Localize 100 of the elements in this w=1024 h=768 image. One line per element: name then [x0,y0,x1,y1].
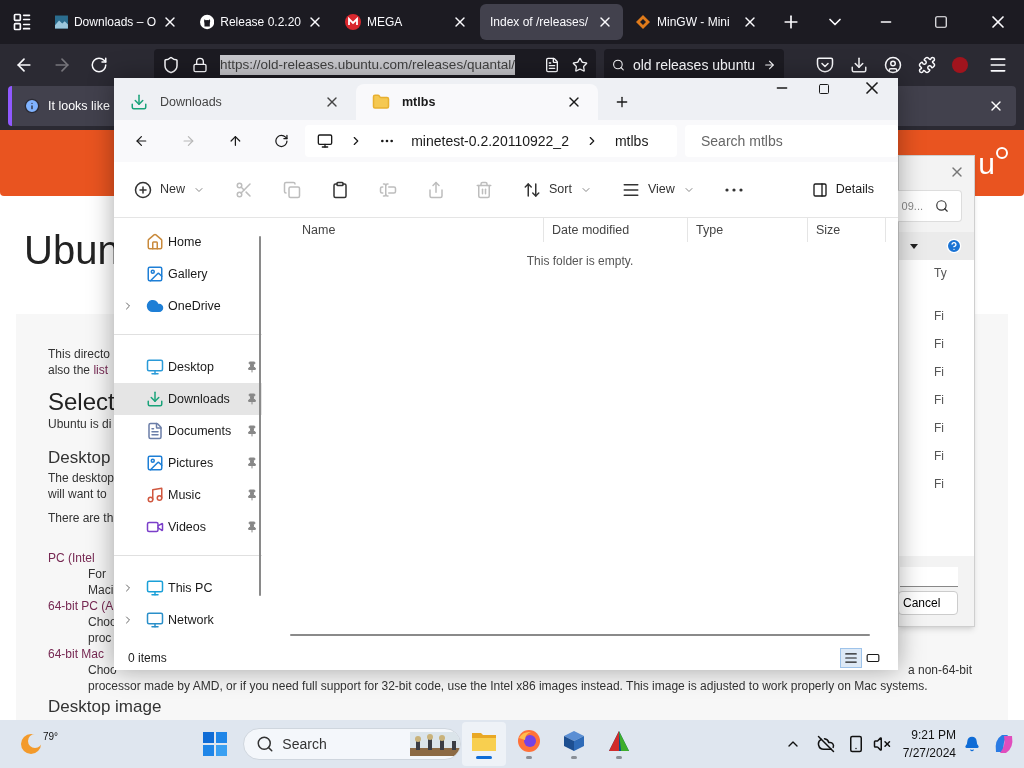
taskbar-search[interactable]: Search [243,728,462,760]
maximize-icon[interactable] [818,83,830,95]
start-icon[interactable] [203,732,228,756]
pin-icon[interactable] [246,425,258,437]
table-cell-text: Fi [934,448,945,465]
column-header[interactable]: Type [688,218,808,242]
pin-icon[interactable] [246,393,258,405]
download-icon[interactable] [850,56,868,74]
notification-text: It looks like [48,97,110,115]
pin-icon[interactable] [246,489,258,501]
paragraph-text: also the list [48,362,109,378]
download-icon [130,93,148,111]
rename-icon [379,180,397,199]
filename-field[interactable] [900,567,958,587]
clock-date[interactable]: 7/27/2024 [902,744,956,762]
taskbar-app[interactable] [462,722,507,766]
toolbar-button[interactable] [331,180,349,199]
new-tab-icon[interactable] [614,94,630,110]
sidebar-item[interactable]: Pictures [114,447,262,479]
horizontal-scrollbar[interactable] [290,634,870,636]
column-header[interactable]: Ty [934,264,958,282]
back-icon[interactable] [134,133,149,149]
info-icon [24,98,40,114]
triangle-icon [607,729,632,753]
sidebar-item[interactable]: OneDrive [114,290,262,322]
pin-icon[interactable] [246,457,258,469]
sort-icon [523,180,541,199]
help-icon[interactable] [946,238,962,254]
toolbar-button[interactable]: View [621,173,695,206]
table-cell-text: Fi [934,420,945,437]
bell-icon[interactable] [964,736,980,752]
pin-icon[interactable] [246,521,258,533]
browser-tab[interactable]: Index of /releases/ [480,4,623,40]
sidebar-item[interactable]: Gallery [114,258,262,290]
list-link[interactable]: list [93,363,109,377]
refresh-icon[interactable] [274,133,290,149]
sidebar-item[interactable]: Videos [114,511,262,543]
breadcrumb-item[interactable]: minetest-0.2.20110922_2 [411,130,569,152]
column-header[interactable]: Date modified [544,218,688,242]
cancel-button[interactable]: Cancel [898,591,958,615]
sidebar-item[interactable]: This PC [114,572,262,604]
empty-message: This folder is empty. [526,253,634,270]
search-field[interactable]: old releases ubuntu [604,49,784,81]
explorer-tab[interactable]: mtlbs [356,84,598,120]
details-button[interactable]: Details [811,180,874,199]
sidebar-item[interactable]: Desktop [114,351,262,383]
explorer-tab[interactable]: Downloads [114,84,356,120]
paragraph-text: There are th [48,510,114,526]
pin-icon[interactable] [246,361,258,373]
home-icon [146,233,164,251]
account-icon[interactable] [884,56,902,74]
search-field[interactable]: 09... [898,190,962,222]
pictures-icon [146,454,164,472]
subsection-heading: Desktop image [48,698,162,716]
download-icon [146,390,164,408]
share-icon [427,180,445,199]
scrollbar[interactable] [259,236,261,596]
sidebar-item[interactable]: Downloads [114,383,262,415]
computer-icon[interactable] [317,133,334,149]
cloud-off-icon[interactable] [816,735,835,753]
view-toggle[interactable] [840,647,862,668]
copy-icon [283,180,301,199]
details-view-icon [844,650,858,665]
sidebar-item[interactable]: Documents [114,415,262,447]
sidebar-item[interactable]: Music [114,479,262,511]
breadcrumb-item[interactable]: mtlbs [614,130,649,152]
reload-icon[interactable] [90,56,108,74]
column-header[interactable]: Size [808,218,886,242]
network-icon [146,611,164,629]
extensions-icon[interactable] [918,56,936,74]
search-icon [256,735,275,753]
browser-tab[interactable]: Release 0.2.20 [190,4,333,40]
pocket-icon[interactable] [816,56,834,74]
star-icon[interactable] [572,57,588,73]
browser-tab[interactable]: Downloads – O [45,4,188,40]
search-field[interactable]: Search mtlbs [685,125,898,157]
dropdown-arrow-icon[interactable] [910,243,918,249]
tab-list-icon[interactable] [12,12,32,32]
toolbar-button[interactable]: New [134,173,205,206]
clock-time[interactable]: 9:21 PM [911,726,956,744]
sidebar-item[interactable]: Home [114,226,262,258]
search-icon [935,199,949,213]
address-bar[interactable]: https://old-releases.ubuntu.com/releases/quantal/ [154,49,596,81]
computer-icon [146,579,164,597]
trash-icon [475,180,493,199]
table-cell-text: Fi [934,476,945,493]
reader-icon[interactable] [544,57,560,73]
table-cell-text: Fi [934,392,945,409]
browser-tab[interactable]: MEGA [335,4,478,40]
document-icon [146,422,164,440]
column-header[interactable]: Name [262,218,544,242]
definition-text: a non-64-bit [907,662,972,678]
sidebar-item[interactable]: Network [114,604,262,636]
menu-icon[interactable] [988,55,1008,75]
table-cell-text: Fi [934,308,945,325]
toolbar-button[interactable]: Sort [523,173,592,206]
definition-text: processor made by AMD, or if you need full support for 32-bit code, use the Intel x86 images instead. This image is adjusted to work properly on Mac systems. [88,678,928,694]
definition-text: Maci [88,582,114,598]
muted-speaker-icon[interactable] [872,735,891,753]
browser-tab[interactable]: MinGW - Mini [625,4,768,40]
